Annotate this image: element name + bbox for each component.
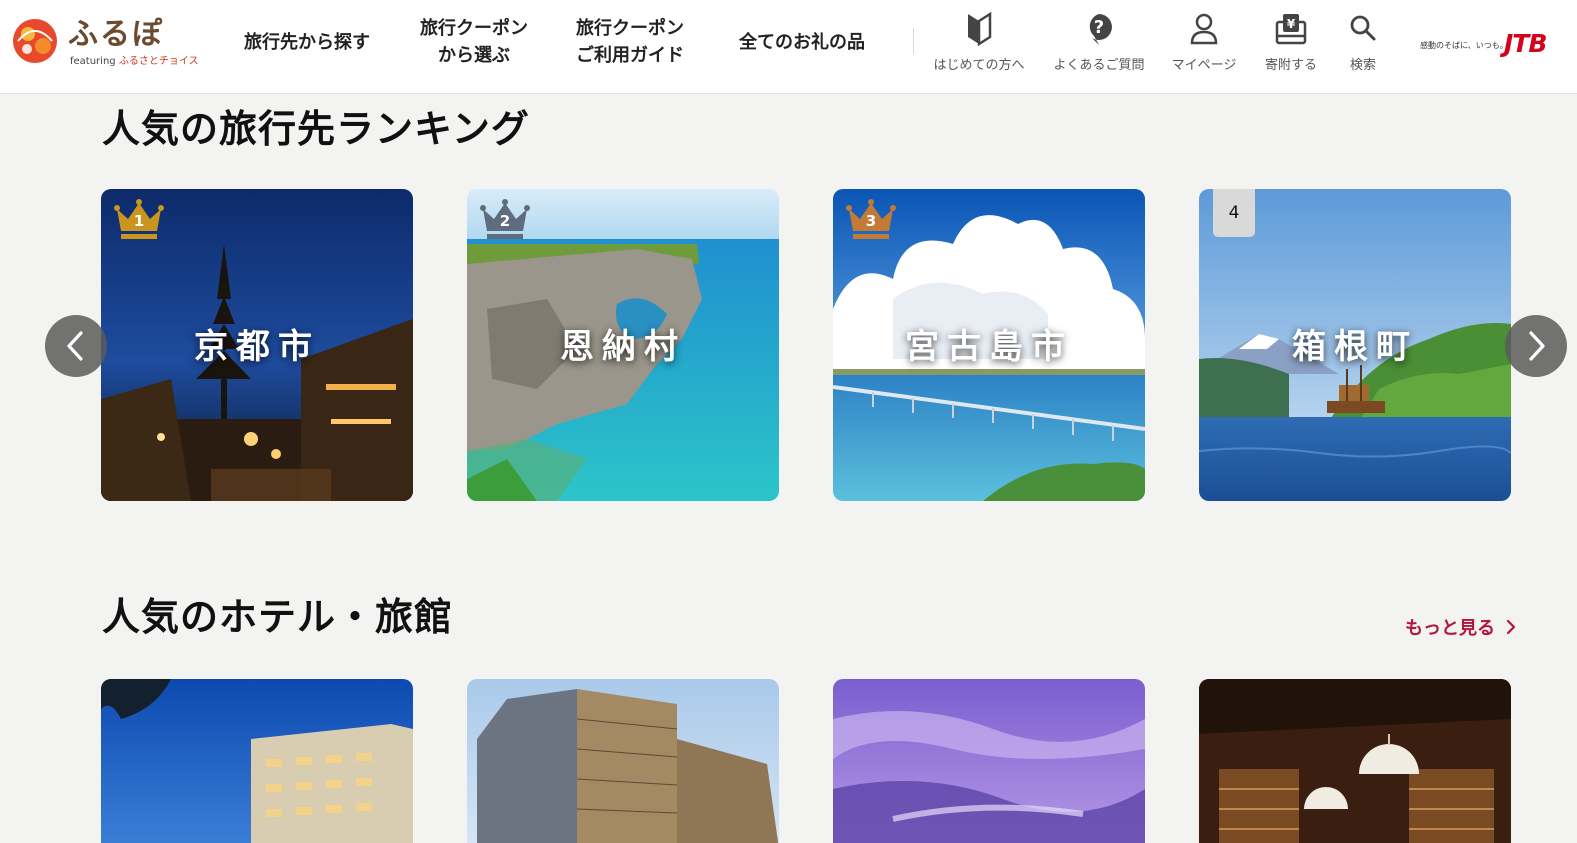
svg-text:¥: ¥: [1287, 17, 1296, 31]
destination-name: 恩納村: [560, 327, 686, 367]
logo-subtitle: featuring ふるさとチョイス: [70, 52, 199, 67]
hotel-card-2[interactable]: [467, 679, 779, 843]
util-label: 寄附する: [1264, 58, 1317, 73]
logo-featuring: featuring: [70, 56, 116, 67]
nav-label: 旅行クーポン: [576, 18, 684, 39]
beginner-mark-icon: [968, 12, 992, 46]
nav-label: 全てのお礼の品: [739, 31, 865, 53]
carousel-next-button[interactable]: [1505, 315, 1567, 377]
jtb-logo[interactable]: 感動のそばに、いつも。 JTB: [1420, 27, 1552, 61]
nav-label: ご利用ガイド: [576, 45, 684, 66]
hotel-card-1[interactable]: [101, 679, 413, 843]
rank-number: 2: [499, 212, 511, 230]
nav-all-gifts[interactable]: 全てのお礼の品: [722, 10, 882, 74]
util-search[interactable]: 検索: [1338, 12, 1388, 74]
hotels-title: 人気のホテル・旅館: [102, 595, 454, 639]
rank-crown-bronze: 3: [845, 197, 897, 241]
chevron-left-icon: [67, 331, 83, 361]
svg-text:?: ?: [1094, 17, 1104, 38]
see-more-link[interactable]: もっと見る: [1405, 614, 1517, 640]
logo-partner: ふるさとチョイス: [118, 56, 199, 67]
see-more-label: もっと見る: [1405, 618, 1495, 639]
hotel-image: [467, 679, 779, 843]
util-mypage[interactable]: マイページ: [1164, 12, 1244, 74]
ranking-card-2[interactable]: 2 恩納村: [467, 189, 779, 501]
util-label: はじめての方へ: [933, 58, 1025, 73]
ranking-card-3[interactable]: 3 宮古島市: [833, 189, 1145, 501]
nav-label: から選ぶ: [438, 45, 510, 66]
nav-coupon-guide[interactable]: 旅行クーポン ご利用ガイド: [560, 10, 700, 74]
rank-number: 1: [133, 212, 145, 230]
nav-search-destination[interactable]: 旅行先から探す: [232, 10, 382, 74]
logo-text: ふるぽ: [68, 17, 164, 52]
nav-choose-coupon[interactable]: 旅行クーポン から選ぶ: [404, 10, 544, 74]
util-label: 検索: [1349, 58, 1376, 73]
rank-crown-gold: 1: [113, 197, 165, 241]
ranking-card-1[interactable]: 1 京都市: [101, 189, 413, 501]
rank-number: 3: [865, 212, 877, 230]
site-logo[interactable]: ふるぽ featuring ふるさとチョイス: [10, 14, 199, 70]
chevron-right-icon: [1507, 619, 1516, 635]
util-label: よくあるご質問: [1053, 58, 1145, 73]
hotel-card-4[interactable]: [1199, 679, 1511, 843]
ranking-card-4[interactable]: 4 箱根町: [1199, 189, 1511, 501]
site-header: ふるぽ featuring ふるさとチョイス 旅行先から探す 旅行クーポン から…: [0, 0, 1577, 94]
destination-name: 箱根町: [1292, 327, 1418, 367]
util-label: マイページ: [1171, 58, 1237, 73]
util-donate[interactable]: ¥ 寄附する: [1256, 12, 1326, 74]
destination-name: 宮古島市: [905, 327, 1073, 367]
nav-label: 旅行先から探す: [244, 31, 370, 53]
destination-name: 京都市: [194, 327, 320, 367]
carousel-prev-button[interactable]: [45, 315, 107, 377]
jtb-mark: JTB: [1504, 29, 1547, 58]
hotel-image: [1199, 679, 1511, 843]
search-icon: [1350, 15, 1376, 41]
hotel-image: [833, 679, 1145, 843]
ranking-title: 人気の旅行先ランキング: [102, 107, 530, 151]
logo-mark-icon: [13, 19, 57, 63]
nav-divider: [913, 28, 914, 54]
chevron-right-icon: [1529, 331, 1545, 361]
user-icon: [1190, 13, 1218, 45]
yen-donate-icon: ¥: [1275, 14, 1307, 45]
hotel-card-3[interactable]: [833, 679, 1145, 843]
util-beginner[interactable]: はじめての方へ: [924, 12, 1034, 74]
rank-crown-silver: 2: [479, 197, 531, 241]
jtb-tagline: 感動のそばに、いつも。: [1420, 41, 1508, 50]
question-icon: ?: [1089, 14, 1112, 45]
rank-number-box: 4: [1213, 189, 1255, 237]
hotel-image: [101, 679, 413, 843]
util-faq[interactable]: ? よくあるご質問: [1044, 12, 1154, 74]
nav-label: 旅行クーポン: [420, 18, 528, 39]
